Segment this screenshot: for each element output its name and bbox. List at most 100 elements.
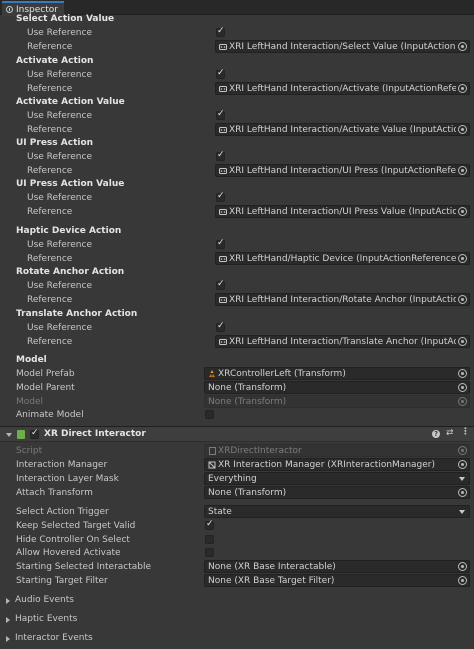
object-picker-icon[interactable]: [458, 576, 467, 585]
foldout-arrow-icon[interactable]: [6, 433, 12, 437]
foldout-audio-events[interactable]: Audio Events: [0, 594, 474, 608]
reference-value: XRI LeftHand Interaction/Rotate Anchor (…: [229, 294, 456, 305]
action-header: Rotate Anchor Action: [16, 267, 125, 277]
object-picker-icon[interactable]: [458, 254, 467, 263]
reference-label: Reference: [27, 337, 73, 347]
object-picker-icon[interactable]: [458, 337, 467, 346]
select-action-trigger-label: Select Action Trigger: [16, 507, 109, 517]
starting-filter-field[interactable]: None (XR Base Target Filter): [204, 574, 470, 587]
reference-field[interactable]: XRI LeftHand Interaction/Activate Value …: [215, 123, 470, 136]
action-header: Select Action Value: [16, 14, 115, 24]
foldout-label: Interactor Events: [15, 633, 93, 643]
object-picker-icon[interactable]: [458, 488, 467, 497]
use-reference-checkbox[interactable]: [216, 238, 225, 249]
manager-icon: [208, 461, 216, 469]
hide-controller-checkbox[interactable]: [205, 535, 214, 544]
action-header: Activate Action: [16, 56, 94, 66]
interaction-manager-field[interactable]: XR Interaction Manager (XRInteractionMan…: [204, 458, 470, 471]
use-reference-label: Use Reference: [27, 240, 92, 250]
input-action-icon: [219, 296, 227, 304]
use-reference-checkbox[interactable]: [216, 109, 225, 120]
model-parent-label: Model Parent: [16, 383, 75, 393]
attach-transform-label: Attach Transform: [16, 488, 93, 498]
object-picker-icon[interactable]: [458, 207, 467, 216]
object-picker-icon[interactable]: [458, 84, 467, 93]
object-picker-icon[interactable]: [458, 460, 467, 469]
model-prefab-value: XRControllerLeft (Transform): [218, 368, 346, 379]
chevron-down-icon: [459, 476, 465, 481]
object-picker-icon[interactable]: [458, 562, 467, 571]
allow-hovered-activate-checkbox[interactable]: [205, 548, 214, 557]
object-picker-icon[interactable]: [458, 383, 467, 392]
foldout-label: Audio Events: [15, 595, 74, 605]
component-header[interactable]: XR Direct Interactor ? ⇄ ⋮: [0, 426, 474, 442]
object-picker-icon[interactable]: [458, 369, 467, 378]
keep-selected-checkbox[interactable]: [205, 519, 214, 530]
starting-selected-label: Starting Selected Interactable: [16, 562, 152, 572]
reference-field[interactable]: XRI LeftHand Interaction/Rotate Anchor (…: [215, 293, 470, 306]
use-reference-checkbox[interactable]: [216, 279, 225, 290]
info-icon: [6, 6, 13, 13]
use-reference-checkbox[interactable]: [216, 321, 225, 332]
help-icon[interactable]: ?: [432, 430, 440, 438]
more-icon[interactable]: ⋮: [461, 427, 470, 437]
reference-label: Reference: [27, 207, 73, 217]
reference-label: Reference: [27, 42, 73, 52]
object-picker-icon[interactable]: [458, 125, 467, 134]
attach-transform-field[interactable]: None (Transform): [204, 486, 470, 499]
input-action-icon: [219, 85, 227, 93]
reference-field[interactable]: XRI LeftHand Interaction/Translate Ancho…: [215, 335, 470, 348]
script-icon: [17, 430, 25, 439]
reference-value: XRI LeftHand Interaction/UI Press Value …: [229, 206, 456, 217]
interaction-layer-mask-dropdown[interactable]: Everything: [204, 472, 470, 485]
animate-model-checkbox[interactable]: [205, 410, 214, 419]
interaction-layer-mask-label: Interaction Layer Mask: [16, 474, 119, 484]
object-picker-icon[interactable]: [458, 166, 467, 175]
input-action-icon: [219, 208, 227, 216]
starting-selected-field[interactable]: None (XR Base Interactable): [204, 560, 470, 573]
action-header: Haptic Device Action: [16, 226, 122, 236]
starting-selected-value: None (XR Base Interactable): [208, 561, 336, 572]
reference-field[interactable]: XRI LeftHand Interaction/UI Press Value …: [215, 205, 470, 218]
component-title: XR Direct Interactor: [44, 429, 146, 439]
action-header: UI Press Action Value: [16, 179, 125, 189]
use-reference-checkbox[interactable]: [216, 150, 225, 161]
reference-label: Reference: [27, 84, 73, 94]
action-header: UI Press Action: [16, 138, 94, 148]
select-action-trigger-value: State: [208, 506, 232, 517]
allow-hovered-activate-label: Allow Hovered Activate: [16, 548, 121, 558]
interaction-layer-mask-value: Everything: [208, 473, 257, 484]
select-action-trigger-dropdown[interactable]: State: [204, 505, 470, 518]
reference-field[interactable]: XRI LeftHand Interaction/UI Press (Input…: [215, 164, 470, 177]
foldout-interactor-events[interactable]: Interactor Events: [0, 632, 474, 646]
use-reference-checkbox[interactable]: [216, 26, 225, 37]
model-label: Model: [16, 397, 44, 407]
reference-field[interactable]: XRI LeftHand Interaction/Select Value (I…: [215, 40, 470, 53]
reference-value: XRI LeftHand Interaction/Translate Ancho…: [229, 336, 456, 347]
reference-field[interactable]: XRI LeftHand/Haptic Device (InputActionR…: [215, 252, 470, 265]
component-enabled-checkbox[interactable]: [30, 428, 39, 439]
use-reference-label: Use Reference: [27, 281, 92, 291]
foldout-haptic-events[interactable]: Haptic Events: [0, 613, 474, 627]
script-label: Script: [16, 446, 43, 456]
chevron-right-icon: [6, 636, 10, 642]
transform-icon: [208, 369, 216, 378]
model-header: Model: [16, 355, 47, 365]
model-prefab-field[interactable]: XRControllerLeft (Transform): [204, 367, 470, 380]
reference-value: XRI LeftHand Interaction/Activate (Input…: [229, 83, 456, 94]
model-parent-field[interactable]: None (Transform): [204, 381, 470, 394]
preset-icon[interactable]: ⇄: [446, 428, 454, 438]
interaction-manager-label: Interaction Manager: [16, 460, 108, 470]
object-picker-icon[interactable]: [458, 42, 467, 51]
reference-value: XRI LeftHand Interaction/Activate Value …: [229, 124, 456, 135]
object-picker-icon[interactable]: [458, 295, 467, 304]
reference-value: XRI LeftHand Interaction/Select Value (I…: [229, 41, 456, 52]
input-action-icon: [219, 255, 227, 263]
reference-field[interactable]: XRI LeftHand Interaction/Activate (Input…: [215, 82, 470, 95]
use-reference-label: Use Reference: [27, 111, 92, 121]
use-reference-checkbox[interactable]: [216, 191, 225, 202]
reference-value: XRI LeftHand Interaction/UI Press (Input…: [229, 165, 456, 176]
tab-bar: Inspector: [0, 0, 474, 16]
object-picker-icon: [458, 446, 467, 455]
use-reference-checkbox[interactable]: [216, 68, 225, 79]
